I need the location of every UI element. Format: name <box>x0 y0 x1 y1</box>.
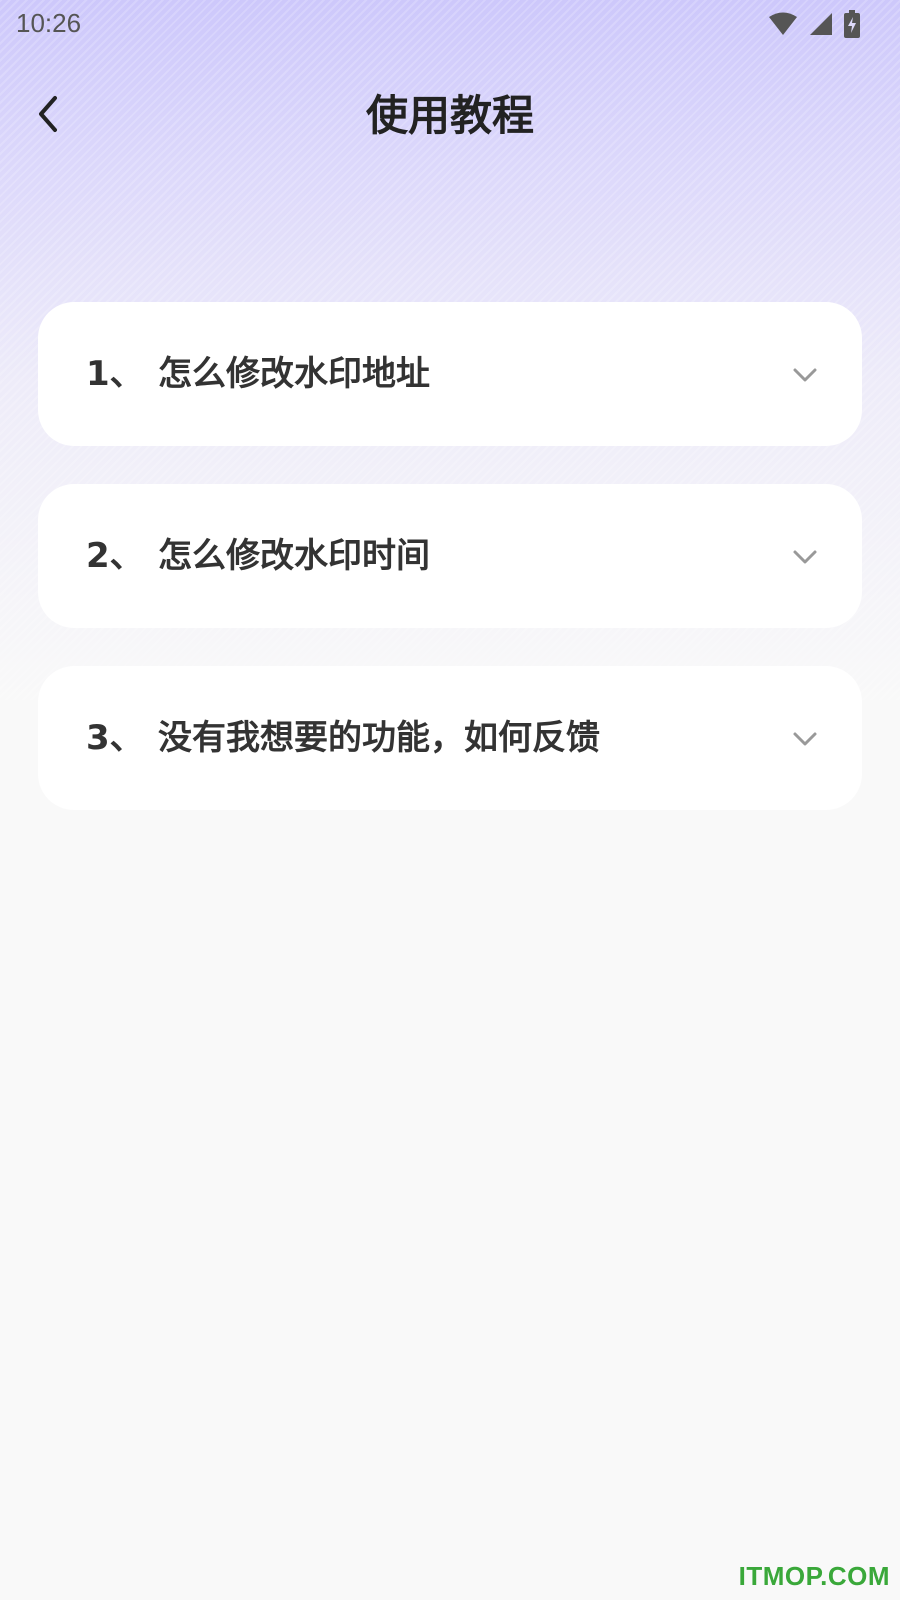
status-bar: 10:26 <box>0 0 900 50</box>
nav-bar: 使用教程 <box>0 80 900 152</box>
faq-list: 1、 怎么修改水印地址 2、 怎么修改水印时间 3、 没有我想要的功能，如何反馈 <box>38 302 862 848</box>
status-icons <box>768 10 860 42</box>
wifi-icon <box>768 11 798 41</box>
watermark: ITMOP.COM <box>738 1561 890 1591</box>
faq-item-2[interactable]: 2、 怎么修改水印时间 <box>38 484 862 628</box>
faq-item-1[interactable]: 1、 怎么修改水印地址 <box>38 302 862 446</box>
faq-item-question: 怎么修改水印地址 <box>158 354 430 394</box>
faq-item-number: 3、 <box>86 718 144 758</box>
status-time: 10:26 <box>16 8 82 38</box>
chevron-down-icon <box>790 360 820 390</box>
signal-icon <box>808 11 834 41</box>
faq-item-number: 1、 <box>86 354 144 394</box>
faq-item-3[interactable]: 3、 没有我想要的功能，如何反馈 <box>38 666 862 810</box>
battery-charging-icon <box>844 10 860 42</box>
faq-item-question: 怎么修改水印时间 <box>158 536 430 576</box>
faq-item-question: 没有我想要的功能，如何反馈 <box>158 718 600 758</box>
faq-item-number: 2、 <box>86 536 144 576</box>
chevron-down-icon <box>790 542 820 572</box>
page-title: 使用教程 <box>365 91 534 140</box>
chevron-down-icon <box>790 724 820 754</box>
